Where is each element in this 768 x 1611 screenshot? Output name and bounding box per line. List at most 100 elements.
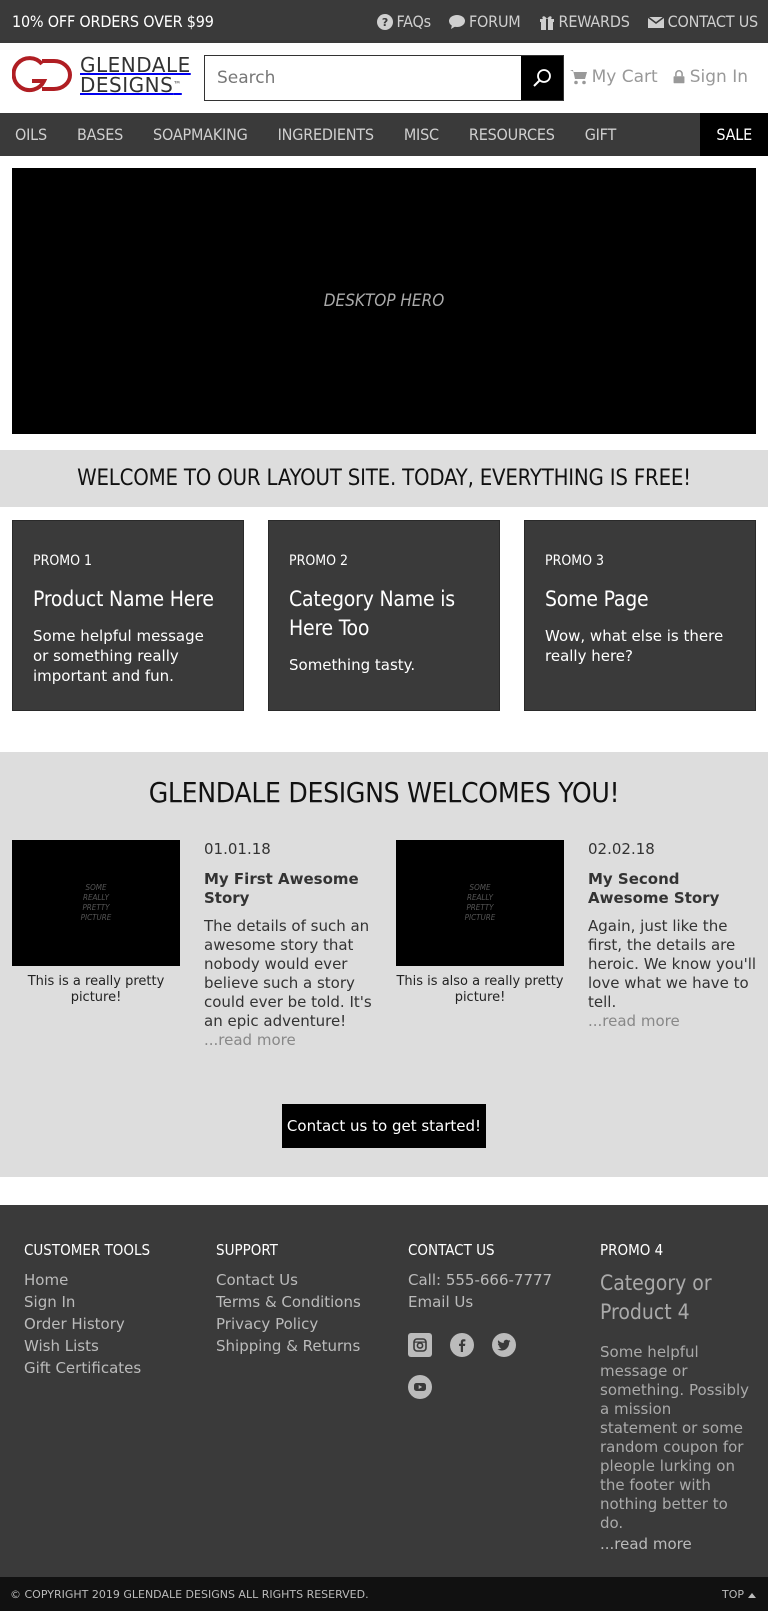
gift-icon <box>539 15 554 30</box>
social-links <box>408 1333 528 1399</box>
promo-title: Category Name is Here Too <box>289 587 455 640</box>
rewards-link[interactable]: REWARDS <box>539 12 630 31</box>
story-body: Again, just like the first, the details … <box>588 917 757 1011</box>
footer-email-link[interactable]: Email Us <box>408 1291 588 1313</box>
facebook-icon <box>459 1339 466 1352</box>
gd-logo-mark <box>12 56 72 93</box>
copyright-text: © COPYRIGHT 2019 GLENDALE DESIGNS ALL RI… <box>10 1588 369 1601</box>
promo-title: Product Name Here <box>33 587 214 611</box>
facebook-link[interactable] <box>450 1333 474 1357</box>
promo-tag: PROMO 3 <box>545 553 605 569</box>
stories-heading: GLENDALE DESIGNS WELCOMES YOU! <box>148 776 620 809</box>
promo-body: Wow, what else is there really here? <box>545 627 724 665</box>
footer-support: SUPPORT Contact Us Terms & Conditions Pr… <box>216 1241 396 1357</box>
footer-promo-body: Some helpful message or something. Possi… <box>600 1343 750 1532</box>
footer-link-wish-lists[interactable]: Wish Lists <box>24 1335 204 1357</box>
logo-line-2: DESIGNS <box>80 73 174 97</box>
site-footer: CUSTOMER TOOLS Home Sign In Order Histor… <box>0 1205 768 1577</box>
envelope-icon <box>647 15 664 28</box>
story-image-label: SOME REALLY PRETTY PICTURE <box>464 883 496 922</box>
story-title[interactable]: My First Awesome Story <box>204 870 374 908</box>
nav-item-oils[interactable]: OILS <box>0 113 62 156</box>
main-nav: OILS BASES SOAPMAKING INGREDIENTS MISC R… <box>0 113 768 187</box>
search-icon <box>533 69 551 87</box>
footer-promo: PROMO 4 Category or Product 4 Some helpf… <box>600 1241 750 1555</box>
footer-contact: CONTACT US Call: 555-666-7777 Email Us <box>408 1241 588 1399</box>
hero-banner[interactable]: DESKTOP HERO <box>12 168 756 434</box>
footer-promo-title[interactable]: Category or Product 4 <box>600 1269 750 1327</box>
footer-read-more-link[interactable]: ...read more <box>600 1533 750 1555</box>
signin-label: Sign In <box>689 67 748 87</box>
lock-icon <box>673 70 685 84</box>
story-image[interactable]: SOME REALLY PRETTY PICTURE <box>12 840 180 966</box>
footer-link-terms[interactable]: Terms & Conditions <box>216 1291 396 1313</box>
search-input[interactable] <box>205 56 521 100</box>
footer-customer-tools: CUSTOMER TOOLS Home Sign In Order Histor… <box>24 1241 204 1379</box>
top-bar: 10% OFF ORDERS OVER $99 ? FAQs FORUM REW… <box>0 0 768 43</box>
footer-phone-link[interactable]: Call: 555-666-7777 <box>408 1269 588 1291</box>
contact-link[interactable]: CONTACT US <box>647 12 759 31</box>
question-icon: ? <box>376 13 393 30</box>
youtube-link[interactable] <box>408 1375 432 1399</box>
footer-promo-text: Some helpful message or something. Possi… <box>600 1343 750 1555</box>
caret-up-icon <box>748 1592 756 1598</box>
copyright-bar: © COPYRIGHT 2019 GLENDALE DESIGNS ALL RI… <box>0 1577 768 1611</box>
logo-wordmark: GLENDALE DESIGNS™ <box>80 55 191 95</box>
promo-title: Some Page <box>545 587 649 611</box>
nav-item-resources[interactable]: RESOURCES <box>454 113 570 156</box>
instagram-link[interactable] <box>408 1333 432 1357</box>
faqs-link[interactable]: ? FAQs <box>376 12 431 31</box>
nav-item-ingredients[interactable]: INGREDIENTS <box>263 113 389 156</box>
read-more-link[interactable]: ...read more <box>588 1012 680 1030</box>
contact-label: CONTACT US <box>667 12 759 31</box>
nav-item-bases[interactable]: BASES <box>62 113 138 156</box>
cart-icon <box>569 70 587 85</box>
footer-link-contact-us[interactable]: Contact Us <box>216 1269 396 1291</box>
forum-label: FORUM <box>468 12 521 31</box>
promo-card-1[interactable]: PROMO 1 Product Name Here Some helpful m… <box>12 520 244 711</box>
speech-bubble-icon <box>448 14 465 29</box>
story-image-label: SOME REALLY PRETTY PICTURE <box>80 883 112 922</box>
back-to-top-label: TOP <box>721 1588 744 1601</box>
story-image[interactable]: SOME REALLY PRETTY PICTURE <box>396 840 564 966</box>
stories-section: GLENDALE DESIGNS WELCOMES YOU! SOME REAL… <box>0 752 768 1177</box>
footer-link-gift-certificates[interactable]: Gift Certificates <box>24 1357 204 1379</box>
logo-trademark: ™ <box>173 80 182 89</box>
cart-label: My Cart <box>591 67 658 87</box>
signin-link[interactable]: Sign In <box>672 67 748 87</box>
twitter-link[interactable] <box>492 1333 516 1357</box>
footer-heading: PROMO 4 <box>600 1241 664 1259</box>
footer-link-home[interactable]: Home <box>24 1269 204 1291</box>
cart-link[interactable]: My Cart <box>569 67 658 87</box>
back-to-top-link[interactable]: TOP <box>722 1588 756 1601</box>
forum-link[interactable]: FORUM <box>448 12 521 31</box>
promo-tag: PROMO 2 <box>289 553 349 569</box>
promo-body: Something tasty. <box>289 656 416 674</box>
shipping-promo-text: 10% OFF ORDERS OVER $99 <box>12 12 214 31</box>
promo-card-2[interactable]: PROMO 2 Category Name is Here Too Someth… <box>268 520 500 711</box>
contact-cta-button[interactable]: Contact us to get started! <box>282 1104 486 1148</box>
nav-item-misc[interactable]: MISC <box>389 113 454 156</box>
footer-link-shipping-returns[interactable]: Shipping & Returns <box>216 1335 396 1357</box>
search-button[interactable] <box>521 56 563 100</box>
story-title[interactable]: My Second Awesome Story <box>588 870 758 908</box>
footer-heading: CONTACT US <box>408 1241 495 1259</box>
logo-line-1: GLENDALE <box>80 53 191 77</box>
site-logo[interactable]: GLENDALE DESIGNS™ <box>12 55 191 95</box>
nav-item-sale[interactable]: SALE <box>700 113 768 156</box>
rewards-label: REWARDS <box>558 12 630 31</box>
search-bar <box>204 55 564 101</box>
nav-item-soapmaking[interactable]: SOAPMAKING <box>138 113 263 156</box>
story-caption: This is also a really pretty picture! <box>396 974 564 1005</box>
story-date: 02.02.18 <box>588 840 655 858</box>
promo-card-3[interactable]: PROMO 3 Some Page Wow, what else is ther… <box>524 520 756 711</box>
svg-text:?: ? <box>381 16 387 29</box>
footer-heading: SUPPORT <box>216 1241 278 1259</box>
footer-link-sign-in[interactable]: Sign In <box>24 1291 204 1313</box>
read-more-link[interactable]: ...read more <box>204 1031 296 1049</box>
footer-link-privacy[interactable]: Privacy Policy <box>216 1313 396 1335</box>
story-text: 02.02.18 My Second Awesome Story Again, … <box>588 840 758 1031</box>
nav-item-gift-certificates[interactable]: GIFT CERTIFICATES <box>570 113 701 187</box>
footer-link-order-history[interactable]: Order History <box>24 1313 204 1335</box>
story-caption: This is a really pretty picture! <box>27 974 165 1005</box>
